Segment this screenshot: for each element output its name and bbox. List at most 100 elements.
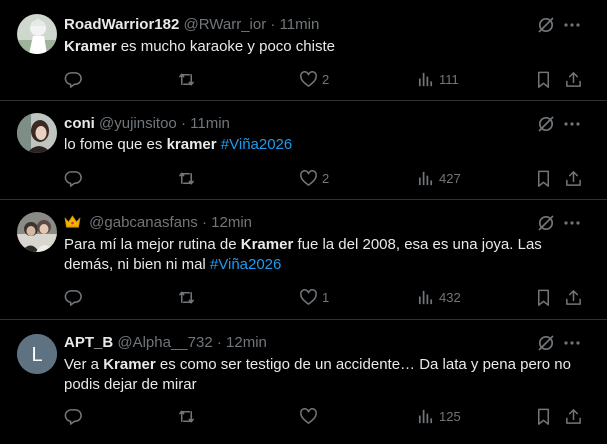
like-button[interactable]: 1 bbox=[299, 287, 329, 307]
reply-icon bbox=[64, 170, 82, 187]
bookmark-icon bbox=[537, 71, 550, 88]
highlighted-keyword: Kramer bbox=[240, 236, 294, 253]
bookmark-button[interactable] bbox=[534, 69, 553, 89]
tweet-header: RoadWarrior182 @RWarr_ior · 11min bbox=[64, 15, 319, 35]
display-name[interactable]: coni bbox=[64, 115, 95, 132]
timestamp[interactable]: 12min bbox=[226, 334, 267, 351]
tweet-text: lo fome que es kramer #Viña2026 bbox=[64, 135, 584, 155]
tweet-text: Ver a Kramer es como ser testigo de un a… bbox=[64, 355, 584, 395]
view-count: 125 bbox=[439, 408, 461, 424]
share-icon bbox=[566, 289, 581, 305]
more-options-icon[interactable] bbox=[562, 114, 582, 134]
reply-button[interactable] bbox=[64, 69, 87, 89]
like-button[interactable]: 2 bbox=[299, 69, 329, 89]
reply-icon bbox=[64, 289, 82, 306]
user-handle[interactable]: @Alpha__732 bbox=[117, 334, 212, 351]
heart-icon bbox=[300, 70, 317, 87]
avatar[interactable] bbox=[17, 14, 57, 54]
tweet-text: Para mí la mejor rutina de Kramer fue la… bbox=[64, 235, 584, 275]
analytics-icon bbox=[418, 290, 433, 304]
user-handle[interactable]: @yujinsitoo bbox=[99, 115, 177, 132]
hashtag-link[interactable]: #Viña2026 bbox=[221, 136, 292, 153]
tweet-text-segment: lo fome que es bbox=[64, 136, 167, 153]
separator: · bbox=[216, 334, 222, 351]
share-button[interactable] bbox=[564, 287, 583, 307]
timestamp[interactable]: 11min bbox=[190, 115, 230, 132]
grok-icon[interactable] bbox=[536, 333, 556, 353]
more-options-icon[interactable] bbox=[562, 213, 582, 233]
reply-icon bbox=[64, 408, 82, 425]
share-button[interactable] bbox=[564, 168, 583, 188]
grok-icon[interactable] bbox=[536, 15, 556, 35]
tweet-actions: 125 bbox=[64, 406, 584, 426]
reply-button[interactable] bbox=[64, 406, 87, 426]
more-options-icon[interactable] bbox=[562, 15, 582, 35]
retweet-button[interactable] bbox=[177, 287, 200, 307]
user-handle[interactable]: @RWarr_ior bbox=[183, 16, 266, 33]
like-count: 2 bbox=[322, 170, 330, 186]
views-button[interactable]: 111 bbox=[416, 69, 459, 89]
view-count: 427 bbox=[439, 170, 461, 186]
share-icon bbox=[566, 408, 581, 424]
bookmark-button[interactable] bbox=[534, 168, 553, 188]
avatar[interactable] bbox=[17, 212, 57, 252]
tweet[interactable]: coni @yujinsitoo · 11min lo fome que es … bbox=[0, 101, 607, 200]
retweet-button[interactable] bbox=[177, 168, 200, 188]
tweet-text-segment: es mucho karaoke y poco chiste bbox=[116, 38, 335, 55]
tweet-actions: 2 111 bbox=[64, 69, 584, 89]
display-name[interactable]: RoadWarrior182 bbox=[64, 16, 179, 33]
like-button[interactable]: 2 bbox=[299, 168, 329, 188]
more-options-icon[interactable] bbox=[562, 333, 582, 353]
tweet-actions: 1 432 bbox=[64, 287, 584, 307]
timestamp[interactable]: 12min bbox=[211, 214, 252, 231]
avatar-letter: L bbox=[31, 344, 42, 366]
tweet-text-segment: Para mí la mejor rutina de bbox=[64, 236, 241, 253]
tweet-actions: 2 427 bbox=[64, 168, 584, 188]
tweet[interactable]: RoadWarrior182 @RWarr_ior · 11min Kramer… bbox=[0, 0, 607, 101]
views-button[interactable]: 125 bbox=[416, 406, 461, 426]
bookmark-icon bbox=[537, 408, 550, 425]
tweet[interactable]: @gabcanasfans · 12min Para mí la mejor r… bbox=[0, 200, 607, 320]
view-count: 111 bbox=[439, 71, 459, 87]
like-count: 1 bbox=[322, 289, 330, 305]
bookmark-icon bbox=[537, 170, 550, 187]
tweet-text: Kramer es mucho karaoke y poco chiste bbox=[64, 37, 584, 57]
separator: · bbox=[270, 16, 276, 33]
analytics-icon bbox=[418, 72, 433, 86]
grok-icon[interactable] bbox=[536, 114, 556, 134]
highlighted-keyword: kramer bbox=[166, 136, 217, 153]
analytics-icon bbox=[418, 409, 433, 423]
separator: · bbox=[180, 115, 186, 132]
user-handle[interactable]: @gabcanasfans bbox=[89, 214, 198, 231]
reply-button[interactable] bbox=[64, 287, 87, 307]
timeline-feed: RoadWarrior182 @RWarr_ior · 11min Kramer… bbox=[0, 0, 607, 444]
tweet-header: @gabcanasfans · 12min bbox=[64, 213, 252, 235]
share-icon bbox=[566, 71, 581, 87]
timestamp[interactable]: 11min bbox=[280, 16, 320, 33]
heart-icon bbox=[300, 407, 317, 424]
share-button[interactable] bbox=[564, 69, 583, 89]
display-name[interactable]: APT_B bbox=[64, 334, 113, 351]
analytics-icon bbox=[418, 171, 433, 185]
bookmark-button[interactable] bbox=[534, 287, 553, 307]
hashtag-link[interactable]: #Viña2026 bbox=[210, 256, 281, 273]
avatar[interactable]: L bbox=[17, 334, 57, 374]
views-button[interactable]: 432 bbox=[416, 287, 461, 307]
avatar[interactable] bbox=[17, 113, 57, 153]
retweet-button[interactable] bbox=[177, 406, 200, 426]
share-button[interactable] bbox=[564, 406, 583, 426]
retweet-button[interactable] bbox=[177, 69, 200, 89]
reply-button[interactable] bbox=[64, 168, 87, 188]
like-button[interactable] bbox=[299, 406, 322, 426]
grok-icon[interactable] bbox=[536, 213, 556, 233]
tweet[interactable]: L APT_B @Alpha__732 · 12min Ver a Kramer… bbox=[0, 320, 607, 444]
heart-icon bbox=[300, 169, 317, 186]
retweet-icon bbox=[179, 410, 194, 422]
share-icon bbox=[566, 170, 581, 186]
tweet-header: coni @yujinsitoo · 11min bbox=[64, 114, 230, 134]
tweet-header: APT_B @Alpha__732 · 12min bbox=[64, 333, 267, 353]
bookmark-button[interactable] bbox=[534, 406, 553, 426]
highlighted-keyword: Kramer bbox=[103, 356, 156, 373]
view-count: 432 bbox=[439, 289, 461, 305]
views-button[interactable]: 427 bbox=[416, 168, 461, 188]
